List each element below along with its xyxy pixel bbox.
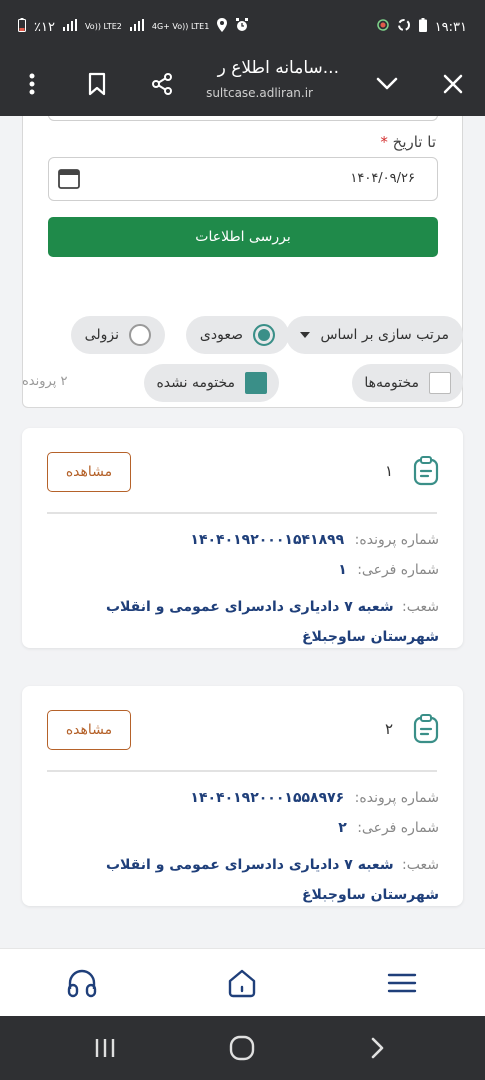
from-date-input[interactable] [48, 116, 438, 121]
alarm-icon [235, 18, 249, 36]
to-date-label: تا تاریخ * [376, 133, 436, 151]
result-count: ۲ پرونده [22, 374, 68, 389]
filter-closed[interactable]: مختومه‌ها [352, 364, 463, 402]
caret-down-icon [300, 332, 311, 338]
close-button[interactable] [433, 64, 473, 104]
descending-label: نزولی [84, 327, 119, 343]
sub-number-label: شماره فرعی: [357, 562, 439, 578]
case-index: ۱ [384, 462, 393, 480]
collapse-button[interactable] [367, 64, 407, 104]
signal-icon [129, 19, 144, 35]
close-icon [443, 74, 463, 94]
view-button[interactable]: مشاهده [47, 452, 131, 492]
sub-number-row: شماره فرعی: ۲ [338, 820, 439, 836]
page-url: sultcase.adliran.ir [206, 86, 313, 100]
sync-icon [397, 18, 411, 36]
system-back-button[interactable] [362, 1034, 392, 1062]
recents-icon [95, 1039, 115, 1057]
clipboard-icon [413, 456, 439, 490]
status-bar: ٪۱۲ Vo)) LTE2 4G+ Vo)) LTE1 ۱۹:۳۱ [0, 0, 485, 52]
open-checkbox[interactable] [245, 372, 267, 394]
ascending-label: صعودی [199, 327, 243, 343]
required-mark: * [380, 133, 388, 151]
case-number-row: شماره پرونده: ۱۴۰۴۰۱۹۲۰۰۰۱۵۴۱۸۹۹ [190, 532, 439, 548]
case-number-row: شماره پرونده: ۱۴۰۴۰۱۹۲۰۰۰۱۵۵۸۹۷۶ [190, 790, 439, 806]
case-index: ۲ [384, 720, 393, 738]
status-right: ۱۹:۳۱ [376, 18, 467, 36]
support-button[interactable] [64, 965, 100, 1001]
record-icon [376, 19, 389, 35]
network-label-2: 4G+ Vo)) LTE1 [151, 22, 210, 31]
view-button[interactable]: مشاهده [47, 710, 131, 750]
to-date-input[interactable]: ۱۴۰۴/۰۹/۲۶ [48, 157, 438, 201]
branch-value: شعبه ۷ داديارى دادسراى عمومى و انقلاب شه… [105, 857, 439, 903]
page-content: تا تاریخ * ۱۴۰۴/۰۹/۲۶ بررسی اطلاعات مرتب… [0, 116, 485, 948]
radio-descending[interactable] [129, 324, 151, 346]
home-icon [228, 969, 256, 998]
clipboard-icon [413, 714, 439, 748]
sort-label: مرتب سازی بر اساس [320, 327, 449, 343]
chevron-down-icon [376, 77, 398, 90]
bottom-nav [0, 948, 485, 1016]
page-title: سامانه اطلاع ر... [217, 58, 339, 78]
case-number-label: شماره پرونده: [354, 790, 439, 806]
branch-row: شعب: شعبه ۷ داديارى دادسراى عمومى و انقل… [44, 592, 439, 652]
closed-label: مختومه‌ها [364, 375, 419, 391]
location-icon [217, 18, 228, 36]
recents-button[interactable] [90, 1034, 120, 1062]
branch-label: شعب: [402, 857, 439, 873]
network-label-1: Vo)) LTE2 [84, 22, 122, 31]
case-number-value: ۱۴۰۴۰۱۹۲۰۰۰۱۵۵۸۹۷۶ [190, 790, 345, 806]
branch-label: شعب: [402, 599, 439, 615]
case-card: ۲ مشاهده شماره پرونده: ۱۴۰۴۰۱۹۲۰۰۰۱۵۵۸۹۷… [22, 686, 463, 906]
filter-open[interactable]: مختومه نشده [144, 364, 279, 402]
home-circle-icon [229, 1035, 255, 1061]
divider [47, 770, 437, 772]
closed-checkbox[interactable] [429, 372, 451, 394]
status-left: ٪۱۲ Vo)) LTE2 4G+ Vo)) LTE1 [18, 18, 249, 36]
to-date-label-text: تا تاریخ [392, 133, 436, 151]
home-button[interactable] [224, 965, 260, 1001]
bookmark-button[interactable] [77, 64, 117, 104]
more-vertical-icon [29, 73, 35, 95]
sort-ascending-option[interactable]: صعودی [185, 316, 289, 354]
clock: ۱۹:۳۱ [434, 19, 467, 35]
branch-row: شعب: شعبه ۷ داديارى دادسراى عمومى و انقل… [44, 850, 439, 910]
open-label: مختومه نشده [156, 375, 235, 391]
case-number-value: ۱۴۰۴۰۱۹۲۰۰۰۱۵۴۱۸۹۹ [190, 532, 345, 548]
check-info-button[interactable]: بررسی اطلاعات [48, 217, 438, 257]
system-home-button[interactable] [227, 1034, 257, 1062]
sub-number-row: شماره فرعی: ۱ [338, 562, 439, 578]
sub-number-value: ۲ [338, 820, 347, 836]
menu-icon [387, 973, 417, 993]
signal-icon [62, 19, 77, 35]
battery-percent: ٪۱۲ [34, 19, 55, 35]
support-icon [67, 969, 97, 998]
share-button[interactable] [142, 64, 182, 104]
share-icon [152, 73, 172, 95]
calendar-icon[interactable] [57, 167, 81, 195]
sub-number-label: شماره فرعی: [357, 820, 439, 836]
back-icon [371, 1037, 384, 1059]
system-nav [0, 1016, 485, 1080]
bookmark-icon [88, 72, 106, 96]
battery-full-icon [418, 18, 427, 36]
case-card: ۱ مشاهده شماره پرونده: ۱۴۰۴۰۱۹۲۰۰۰۱۵۴۱۸۹… [22, 428, 463, 648]
menu-button[interactable] [384, 965, 420, 1001]
radio-ascending[interactable] [253, 324, 275, 346]
case-number-label: شماره پرونده: [354, 532, 439, 548]
to-date-value: ۱۴۰۴/۰۹/۲۶ [350, 171, 415, 186]
more-options-button[interactable] [12, 64, 52, 104]
browser-toolbar: سامانه اطلاع ر... sultcase.adliran.ir [0, 52, 485, 116]
battery-icon [18, 18, 26, 36]
divider [47, 512, 437, 514]
branch-value: شعبه ۷ داديارى دادسراى عمومى و انقلاب شه… [105, 599, 439, 645]
sub-number-value: ۱ [338, 562, 347, 578]
sort-descending-option[interactable]: نزولی [70, 316, 165, 354]
sort-dropdown[interactable]: مرتب سازی بر اساس [286, 316, 463, 354]
